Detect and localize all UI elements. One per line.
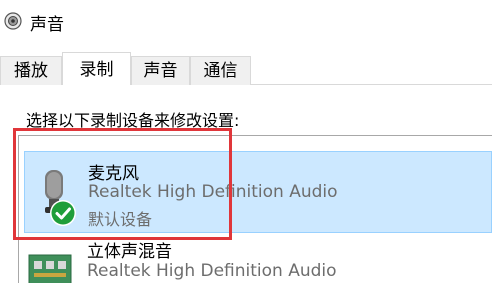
device-name: 立体声混音 [87, 242, 172, 262]
device-status: 默认设备 [88, 210, 153, 229]
tab-recording-label: 录制 [79, 60, 114, 80]
tab-playback-label: 播放 [14, 61, 48, 81]
tab-sounds-label: 声音 [143, 61, 178, 81]
sound-dialog: 声音 播放 录制 声音 通信 选择以下录制设备来修改设置: 麦克风 Realte… [0, 0, 492, 283]
sound-card-icon [28, 254, 72, 283]
tab-communications-label: 通信 [203, 61, 238, 81]
device-item-microphone[interactable]: 麦克风 Realtek High Definition Audio 默认设备 [24, 151, 492, 233]
tab-playback[interactable]: 播放 [0, 56, 62, 85]
device-name: 麦克风 [88, 164, 139, 184]
instruction-text: 选择以下录制设备来修改设置: [26, 111, 240, 130]
device-driver: Realtek High Definition Audio [88, 182, 338, 202]
title-bar: 声音 [0, 0, 492, 44]
device-item-stereo-mix[interactable]: 立体声混音 Realtek High Definition Audio [24, 235, 492, 283]
tab-communications[interactable]: 通信 [190, 56, 251, 85]
device-driver: Realtek High Definition Audio [87, 261, 337, 281]
default-device-check-icon [50, 200, 76, 226]
tab-sounds[interactable]: 声音 [131, 56, 190, 85]
tab-recording[interactable]: 录制 [62, 52, 131, 86]
speaker-icon [4, 12, 22, 30]
window-title: 声音 [30, 15, 64, 35]
